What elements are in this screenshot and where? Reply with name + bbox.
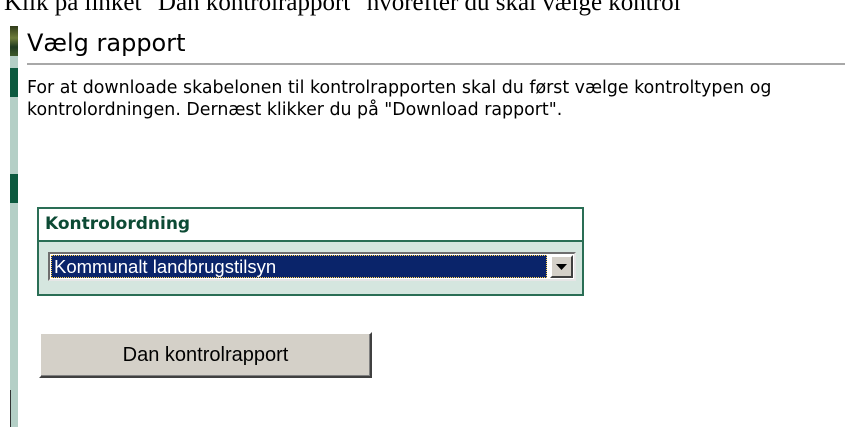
sidebar-marker xyxy=(10,174,18,203)
document-text: Klik på linket "Dan kontrolrapport" hvor… xyxy=(4,0,681,16)
dan-kontrolrapport-button[interactable]: Dan kontrolrapport xyxy=(39,332,372,378)
panel-body: Kommunalt landbrugstilsyn xyxy=(39,242,582,294)
intro-text: For at downloade skabelonen til kontrolr… xyxy=(27,78,772,120)
title-divider xyxy=(27,63,845,65)
page: Klik på linket "Dan kontrolrapport" hvor… xyxy=(0,0,845,427)
kontrolordning-select[interactable]: Kommunalt landbrugstilsyn xyxy=(48,252,576,281)
kontrolordning-panel: Kontrolordning Kommunalt landbrugstilsyn xyxy=(37,207,584,296)
sidebar-photo xyxy=(10,26,18,56)
chevron-down-icon xyxy=(556,264,567,270)
page-title: Vælg rapport xyxy=(27,29,186,57)
select-value: Kommunalt landbrugstilsyn xyxy=(51,255,547,278)
dropdown-button[interactable] xyxy=(550,255,573,278)
sidebar-marker xyxy=(10,68,18,97)
panel-title: Kontrolordning xyxy=(39,209,582,242)
sidebar-edge xyxy=(10,390,11,427)
